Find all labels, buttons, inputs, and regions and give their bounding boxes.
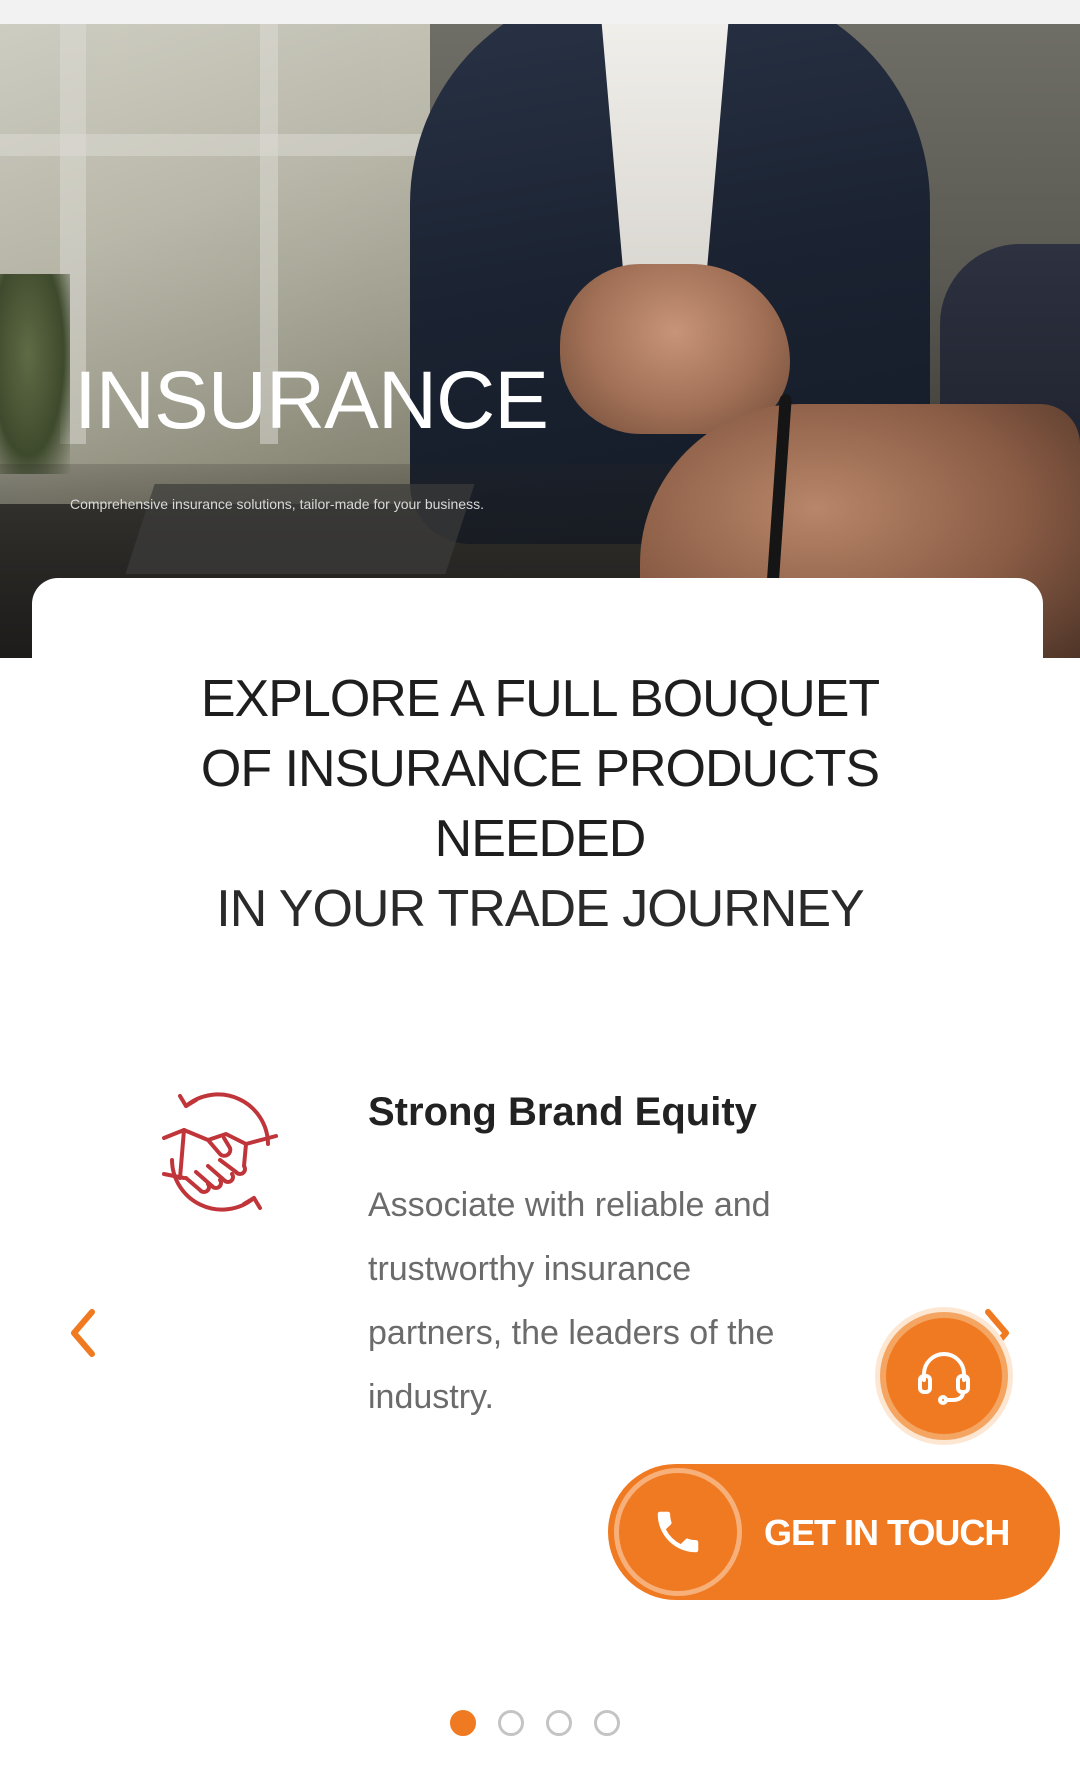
hero-title: INSURANCE <box>74 355 549 446</box>
handshake-icon <box>150 1082 290 1222</box>
carousel-dot-2[interactable] <box>498 1710 524 1736</box>
carousel-prev-button[interactable] <box>62 1306 102 1360</box>
hero-bg-plant <box>0 274 70 474</box>
headset-icon <box>918 1352 970 1405</box>
support-button[interactable] <box>880 1312 1008 1440</box>
top-strip <box>0 0 1080 24</box>
get-in-touch-label: GET IN TOUCH <box>764 1512 1010 1553</box>
hero-banner <box>0 24 1080 658</box>
hero-subtitle: Comprehensive insurance solutions, tailo… <box>70 496 484 512</box>
headline-line-2: OF INSURANCE PRODUCTS <box>200 740 880 798</box>
feature-title: Strong Brand Equity <box>368 1090 757 1134</box>
headline-line-1: EXPLORE A FULL BOUQUET <box>200 670 880 728</box>
get-in-touch-button[interactable]: GET IN TOUCH <box>608 1464 1060 1600</box>
feature-description: Associate with reliable and trustworthy … <box>368 1186 775 1416</box>
hero-bg-hand <box>560 264 790 434</box>
section-headline: EXPLORE A FULL BOUQUET OF INSURANCE PROD… <box>0 664 1080 944</box>
headline-line-4: IN YOUR TRADE JOURNEY <box>216 880 864 938</box>
phone-icon <box>614 1468 742 1596</box>
carousel-dot-4[interactable] <box>594 1710 620 1736</box>
carousel-dot-1[interactable] <box>450 1710 476 1736</box>
chevron-left-icon <box>71 1309 95 1357</box>
carousel-dot-3[interactable] <box>546 1710 572 1736</box>
headline-line-3: NEEDED <box>434 810 647 868</box>
carousel-pagination <box>450 1710 630 1738</box>
